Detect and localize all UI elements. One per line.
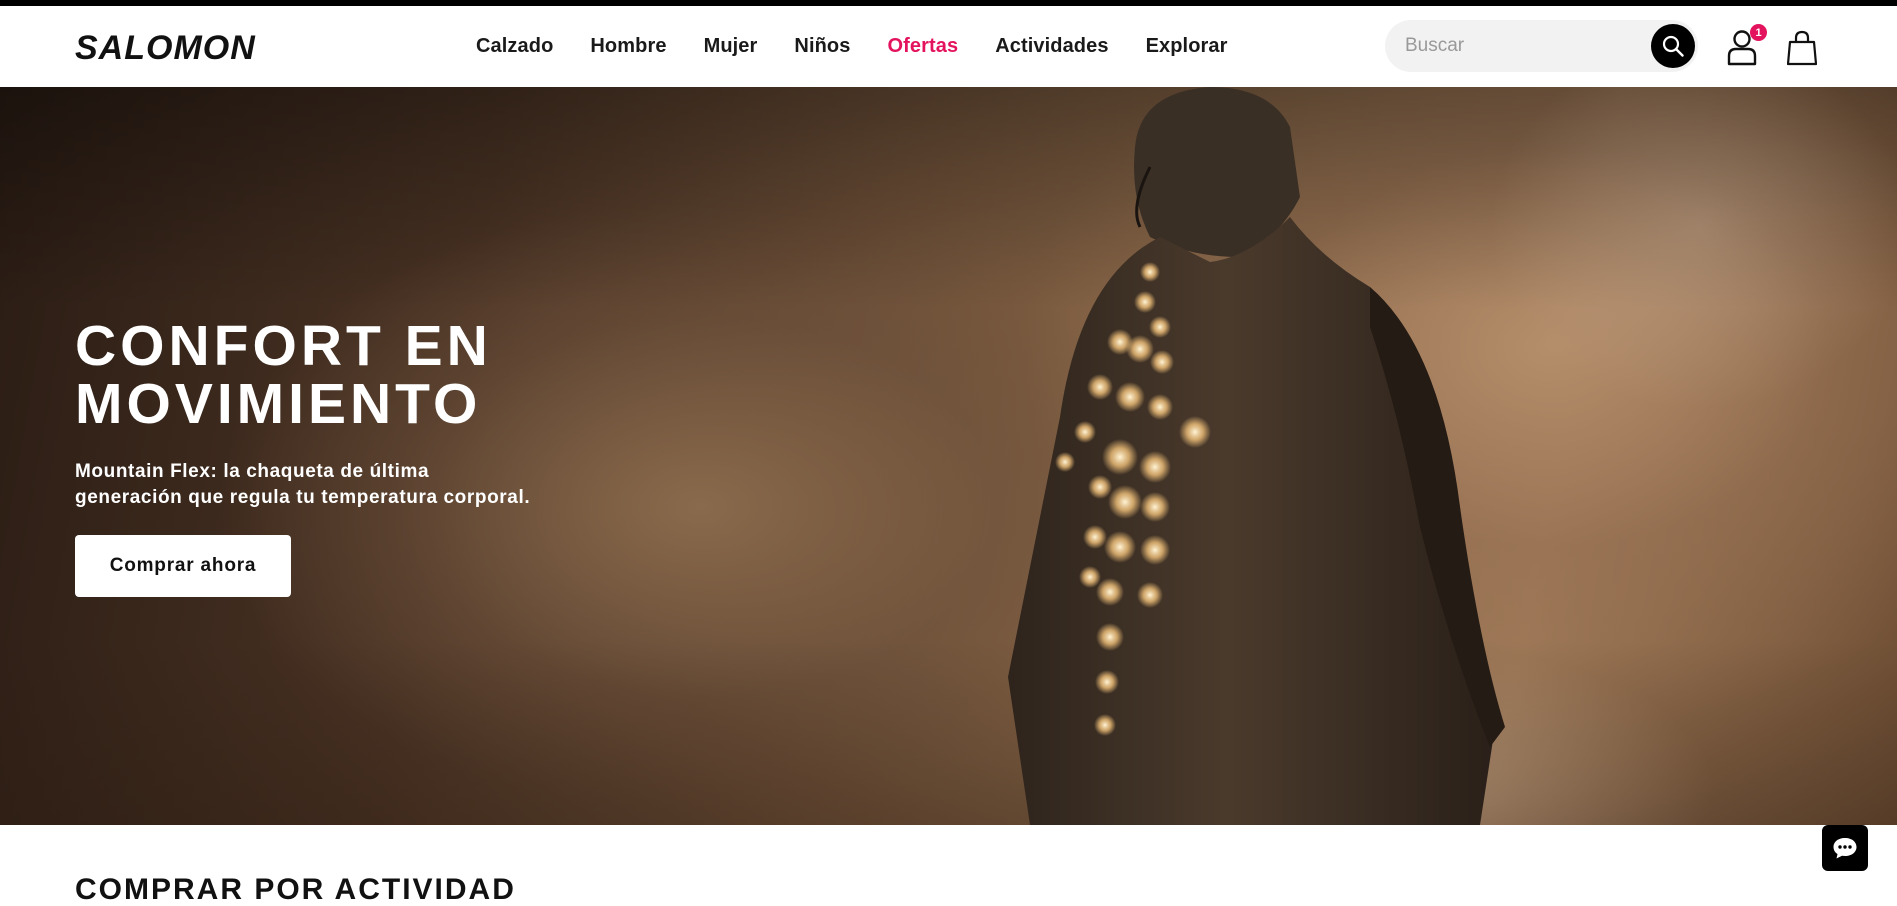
chat-bubble-icon (1833, 838, 1857, 859)
search-icon (1662, 35, 1684, 57)
hero-model-image (1008, 87, 1505, 825)
salomon-logo[interactable]: SALOMON (75, 30, 285, 64)
hero-title-line-1: CONFORT EN (75, 314, 492, 378)
main-nav: Calzado Hombre Mujer Niños Ofertas Activ… (476, 6, 1265, 87)
shop-now-button[interactable]: Comprar ahora (75, 535, 291, 597)
hero-subtitle-line-2: generación que regula tu temperatura cor… (75, 487, 531, 508)
chat-button[interactable] (1822, 825, 1868, 871)
site-header: SALOMON Calzado Hombre Mujer Niños Ofert… (0, 6, 1897, 87)
svg-text:SALOMON: SALOMON (75, 30, 256, 64)
hero-banner: CONFORT EN MOVIMIENTO Mountain Flex: la … (0, 87, 1897, 825)
account-badge: 1 (1750, 24, 1767, 41)
nav-item-mujer[interactable]: Mujer (704, 35, 758, 58)
hero-title-line-2: MOVIMIENTO (75, 372, 482, 436)
nav-item-hombre[interactable]: Hombre (590, 35, 666, 58)
nav-item-explorar[interactable]: Explorar (1146, 35, 1228, 58)
cart-button[interactable] (1786, 30, 1819, 68)
account-button[interactable]: 1 (1727, 24, 1767, 68)
shop-by-activity-heading: COMPRAR POR ACTIVIDAD (75, 873, 516, 906)
hero-subtitle: Mountain Flex: la chaqueta de última gen… (75, 459, 595, 511)
hero-content: CONFORT EN MOVIMIENTO Mountain Flex: la … (75, 317, 595, 597)
search-input[interactable] (1405, 35, 1635, 57)
search-bar (1385, 20, 1698, 72)
nav-item-ninos[interactable]: Niños (794, 35, 850, 58)
nav-item-calzado[interactable]: Calzado (476, 35, 553, 58)
search-button[interactable] (1651, 24, 1695, 68)
hero-title: CONFORT EN MOVIMIENTO (75, 317, 595, 433)
shopping-bag-icon (1786, 30, 1818, 66)
nav-item-ofertas[interactable]: Ofertas (887, 35, 958, 58)
nav-item-actividades[interactable]: Actividades (995, 35, 1108, 58)
hero-subtitle-line-1: Mountain Flex: la chaqueta de última (75, 461, 430, 482)
